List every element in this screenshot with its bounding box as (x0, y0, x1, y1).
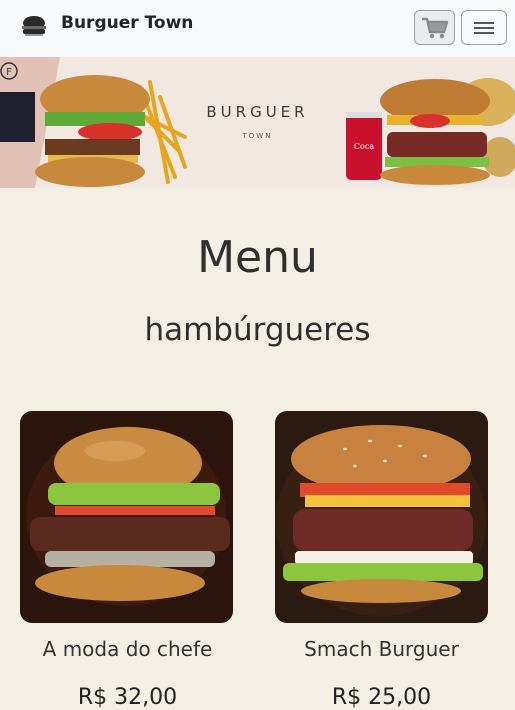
hero-banner: F Coca BURGUER TOWN (0, 57, 515, 188)
cart-icon (421, 17, 448, 38)
cart-button[interactable] (414, 10, 455, 45)
hamburger-menu-icon (474, 19, 494, 37)
product-image[interactable] (275, 411, 488, 623)
brand-logo[interactable] (19, 14, 49, 40)
brand-name[interactable]: Burguer Town (61, 13, 193, 33)
section-title: hambúrgueres (144, 312, 371, 348)
top-navbar: Burguer Town (0, 0, 515, 57)
banner-subtitle: TOWN (242, 132, 273, 140)
product-name[interactable]: A moda do chefe (0, 637, 255, 661)
page-title: Menu (197, 232, 318, 283)
product-price: R$ 25,00 (331, 685, 432, 710)
product-price: R$ 32,00 (77, 685, 178, 710)
svg-text:Coca: Coca (354, 142, 374, 151)
banner-title: BURGUER (206, 103, 309, 121)
product-name[interactable]: Smach Burguer (254, 637, 509, 661)
svg-text:F: F (6, 67, 12, 78)
banner-artwork: F Coca (0, 57, 515, 188)
menu-toggle-button[interactable] (461, 10, 507, 45)
product-image[interactable] (20, 411, 233, 623)
